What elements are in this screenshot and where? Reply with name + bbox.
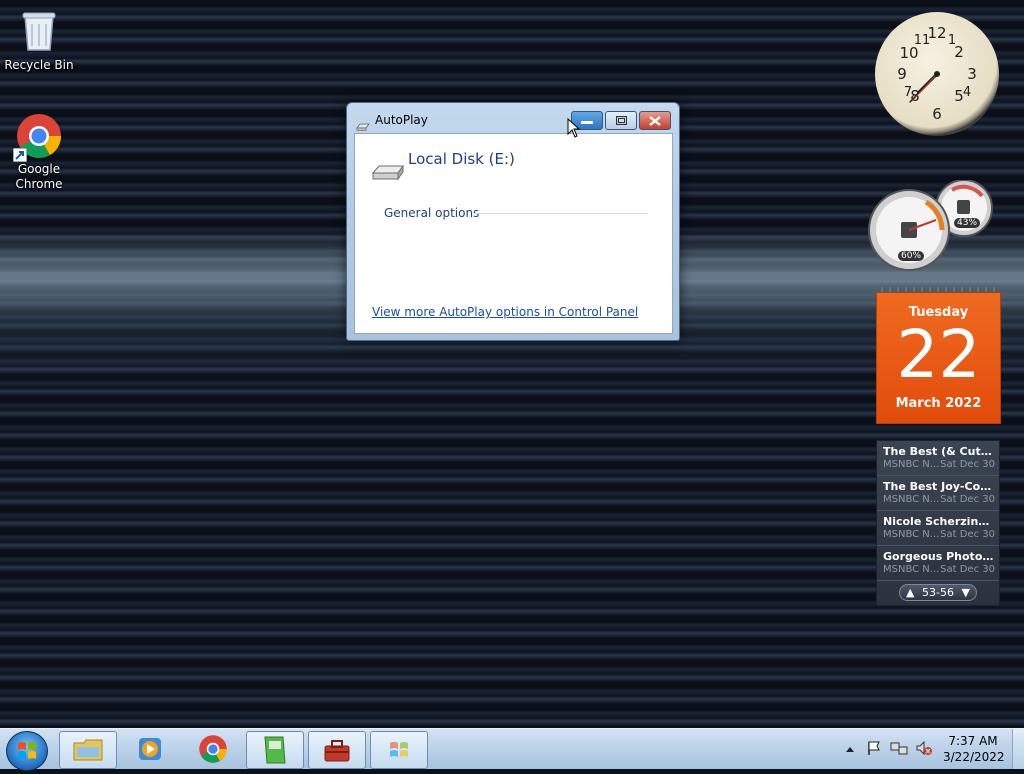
svg-text:9: 9 xyxy=(897,65,907,83)
memory-percent: 43% xyxy=(954,218,981,228)
cpu-percent: 60% xyxy=(898,251,925,261)
feed-source: MSNBC N... xyxy=(883,564,940,575)
clock-gadget[interactable]: 12 2 3 5 6 8 9 10 11 1 4 7 xyxy=(875,12,999,136)
feed-title: Gorgeous Photos of ... xyxy=(883,550,997,563)
recycle-bin-label: Recycle Bin xyxy=(4,58,74,72)
svg-text:6: 6 xyxy=(932,105,942,123)
feed-range: 53-56 xyxy=(922,586,954,599)
folder-icon xyxy=(73,739,103,761)
svg-text:1: 1 xyxy=(948,33,956,48)
taskbar-windows-app[interactable] xyxy=(370,731,428,769)
network-icon[interactable] xyxy=(890,740,908,760)
maximize-button[interactable] xyxy=(605,111,637,130)
toolbox-icon xyxy=(324,740,350,762)
desktop-icon-recycle-bin[interactable]: Recycle Bin xyxy=(1,8,77,73)
feed-date: Sat Dec 30 xyxy=(940,459,995,470)
volume-muted-icon[interactable] xyxy=(915,740,933,760)
media-player-icon xyxy=(139,738,161,760)
chrome-icon xyxy=(199,735,227,763)
minimize-icon xyxy=(581,120,593,124)
taskbar-toolbox-app[interactable] xyxy=(308,731,366,769)
desktop-icon-chrome[interactable]: Google Chrome xyxy=(1,112,77,192)
taskbar-media-player[interactable] xyxy=(122,731,178,767)
feed-item[interactable]: The Best (& Cutest & Most... MSNBC N...S… xyxy=(877,441,999,476)
feed-date: Sat Dec 30 xyxy=(940,564,995,575)
feed-title: Nicole Scherzinger Gets... xyxy=(883,515,997,528)
svg-text:7: 7 xyxy=(904,85,912,100)
windows-logo-icon xyxy=(18,742,36,759)
taskbar: 7:37 AM 3/22/2022 xyxy=(0,728,1024,771)
shortcut-arrow-icon xyxy=(13,148,27,162)
recycle-bin-icon xyxy=(15,8,63,56)
svg-text:3: 3 xyxy=(967,65,977,83)
drive-small-icon xyxy=(356,116,370,131)
section-divider xyxy=(474,213,648,214)
windows-flag-icon xyxy=(390,742,408,757)
feed-up-icon[interactable]: ▲ xyxy=(906,586,914,599)
window-title: AutoPlay xyxy=(375,113,428,127)
taskbar-clock[interactable]: 7:37 AM 3/22/2022 xyxy=(943,733,1005,765)
feed-headlines-gadget: The Best (& Cutest & Most... MSNBC N...S… xyxy=(876,440,1000,606)
calendar-month-year: March 2022 xyxy=(895,396,982,411)
svg-text:12: 12 xyxy=(927,24,946,42)
show-desktop-button[interactable] xyxy=(1012,729,1024,769)
show-hidden-icons-button[interactable] xyxy=(845,741,855,755)
clock-face: 12 2 3 5 6 8 9 10 11 1 4 7 xyxy=(897,24,977,123)
calendar-gadget[interactable]: Tuesday 22 March 2022 xyxy=(876,292,1001,424)
feed-title: The Best Joy-Con Alternatives xyxy=(883,480,997,493)
mouse-cursor-icon xyxy=(567,118,581,138)
svg-text:11: 11 xyxy=(914,33,931,48)
taskbar-time: 7:37 AM xyxy=(948,734,998,748)
feed-date: Sat Dec 30 xyxy=(940,494,995,505)
chrome-label: Google Chrome xyxy=(15,162,63,191)
taskbar-date: 3/22/2022 xyxy=(943,750,1005,764)
feed-source: MSNBC N... xyxy=(883,494,940,505)
drive-title: Local Disk (E:) xyxy=(408,150,515,168)
cpu-meter-gadget[interactable]: 60% 43% xyxy=(868,179,994,272)
feed-source: MSNBC N... xyxy=(883,459,940,470)
calendar-day: 22 xyxy=(896,316,981,393)
close-icon xyxy=(649,115,661,126)
action-center-icon[interactable] xyxy=(866,740,882,760)
maximize-icon xyxy=(615,116,627,125)
svg-text:4: 4 xyxy=(963,85,971,100)
autoplay-window[interactable]: AutoPlay Local Disk (E:) General options… xyxy=(346,102,680,341)
autoplay-content: Local Disk (E:) General options View mor… xyxy=(354,133,673,334)
feed-item[interactable]: Nicole Scherzinger Gets... MSNBC N...Sat… xyxy=(877,511,999,546)
chrome-icon xyxy=(13,112,63,162)
taskbar-file-explorer[interactable] xyxy=(59,731,117,769)
green-app-icon xyxy=(264,736,286,764)
start-button[interactable] xyxy=(6,731,48,771)
feed-source: MSNBC N... xyxy=(883,529,940,540)
feed-item[interactable]: Gorgeous Photos of ... MSNBC N...Sat Dec… xyxy=(877,546,999,581)
taskbar-green-app[interactable] xyxy=(246,731,304,769)
drive-icon xyxy=(371,164,405,186)
feed-down-icon[interactable]: ▼ xyxy=(962,586,970,599)
feed-date: Sat Dec 30 xyxy=(940,529,995,540)
control-panel-link[interactable]: View more AutoPlay options in Control Pa… xyxy=(372,305,638,319)
close-button[interactable] xyxy=(639,111,671,130)
general-options-heading: General options xyxy=(384,206,480,220)
feed-item[interactable]: The Best Joy-Con Alternatives MSNBC N...… xyxy=(877,476,999,511)
feed-title: The Best (& Cutest & Most... xyxy=(883,445,997,458)
feed-pager: ▲ 53-56 ▼ xyxy=(899,584,977,601)
taskbar-chrome[interactable] xyxy=(185,731,241,767)
chevron-up-icon xyxy=(846,747,854,752)
